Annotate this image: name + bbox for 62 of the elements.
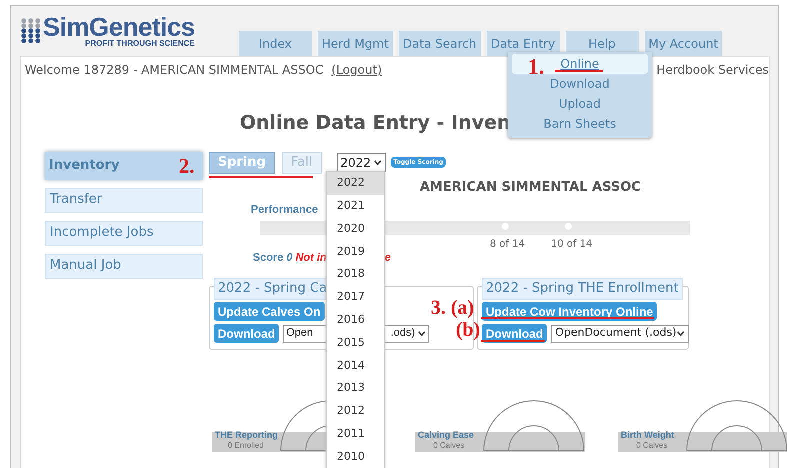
panel-legend: 2022 - Spring THE Enrollment <box>482 278 683 300</box>
download-button[interactable]: Download <box>214 324 280 343</box>
year-option[interactable]: 2018 <box>327 263 384 286</box>
year-option[interactable]: 2016 <box>327 308 384 332</box>
herdbook-services-link[interactable]: Herdbook Services <box>656 61 769 79</box>
chevron-down-icon <box>374 160 382 166</box>
download-button[interactable]: Download <box>482 324 548 343</box>
sidebar-item[interactable]: Incomplete Jobs <box>45 220 203 246</box>
year-option[interactable]: 2013 <box>327 377 384 400</box>
annotation-label: (b) <box>456 318 480 343</box>
nav-tab[interactable]: Data Search <box>398 31 481 56</box>
nav-tab[interactable]: My Account <box>644 31 722 56</box>
chevron-down-icon <box>676 330 685 336</box>
annotation-underline <box>555 70 603 72</box>
page-title: Online Data Entry - Inven <box>240 112 511 134</box>
year-option[interactable]: 2015 <box>327 332 384 354</box>
annotation-underline <box>481 340 545 342</box>
menu-item[interactable]: Download <box>550 75 610 93</box>
marker-label: 8 of 14 <box>490 238 526 252</box>
year-option[interactable]: 2020 <box>327 218 384 240</box>
gauge-title: THE Reporting <box>214 431 278 440</box>
sidebar-item[interactable]: Manual Job <box>45 254 203 278</box>
gauge-count: 0 Calves <box>636 442 668 450</box>
year-option[interactable]: 2010 <box>327 446 384 468</box>
update-online-button[interactable]: Update Calves On <box>214 302 325 321</box>
year-option[interactable]: 2014 <box>327 354 384 378</box>
menu-item[interactable]: Online <box>560 55 600 73</box>
logo-tagline: PROFIT THROUGH SCIENCE <box>85 40 196 48</box>
annotation-label: 1. <box>528 53 544 81</box>
format-select-text: .ods) <box>390 326 416 342</box>
format-select[interactable]: OpenDocument (.ods) <box>551 324 689 342</box>
score-value: 0 <box>286 250 293 266</box>
score-status: Not in <box>296 250 327 266</box>
year-option[interactable]: 2022 <box>327 172 384 195</box>
score-label: Score <box>253 250 284 266</box>
score-status: e <box>384 250 391 266</box>
year-option[interactable]: 2019 <box>327 240 384 264</box>
gauge-count: 0 Calves <box>433 442 465 450</box>
menu-item[interactable]: Upload <box>558 95 602 113</box>
annotation-label: 2. <box>179 153 195 180</box>
dot-grid-logo-icon <box>20 17 42 45</box>
gauge-count: 0 Enrolled <box>228 442 264 450</box>
chevron-down-icon <box>418 330 426 336</box>
format-select-text: Open <box>286 326 314 342</box>
logout-link[interactable]: (Logout) <box>332 61 382 79</box>
gauge-title: Birth Weight <box>620 431 674 440</box>
herd-name: AMERICAN SIMMENTAL ASSOC <box>420 180 642 194</box>
nav-tab[interactable]: Index <box>239 31 312 56</box>
marker-label: 10 of 14 <box>551 238 593 252</box>
nav-tab[interactable]: Herd Mgmt <box>318 31 393 56</box>
sidebar-item[interactable]: Transfer <box>45 188 203 212</box>
annotation-label: 3. (a) <box>431 296 474 321</box>
year-option[interactable]: 2021 <box>327 194 384 218</box>
welcome-text: Welcome 187289 - AMERICAN SIMMENTAL ASSOC <box>25 62 324 79</box>
year-option[interactable]: 2012 <box>327 400 384 423</box>
update-online-button[interactable]: Update Cow Inventory Online <box>482 302 658 321</box>
menu-item[interactable]: Barn Sheets <box>544 115 616 133</box>
year-option[interactable]: 2017 <box>327 286 384 309</box>
logo-wordmark: SimGenetics <box>43 14 196 40</box>
year-option[interactable]: 2011 <box>327 422 384 446</box>
gauge-title: Calving Ease <box>417 431 474 440</box>
performance-label: Performance <box>251 204 318 216</box>
